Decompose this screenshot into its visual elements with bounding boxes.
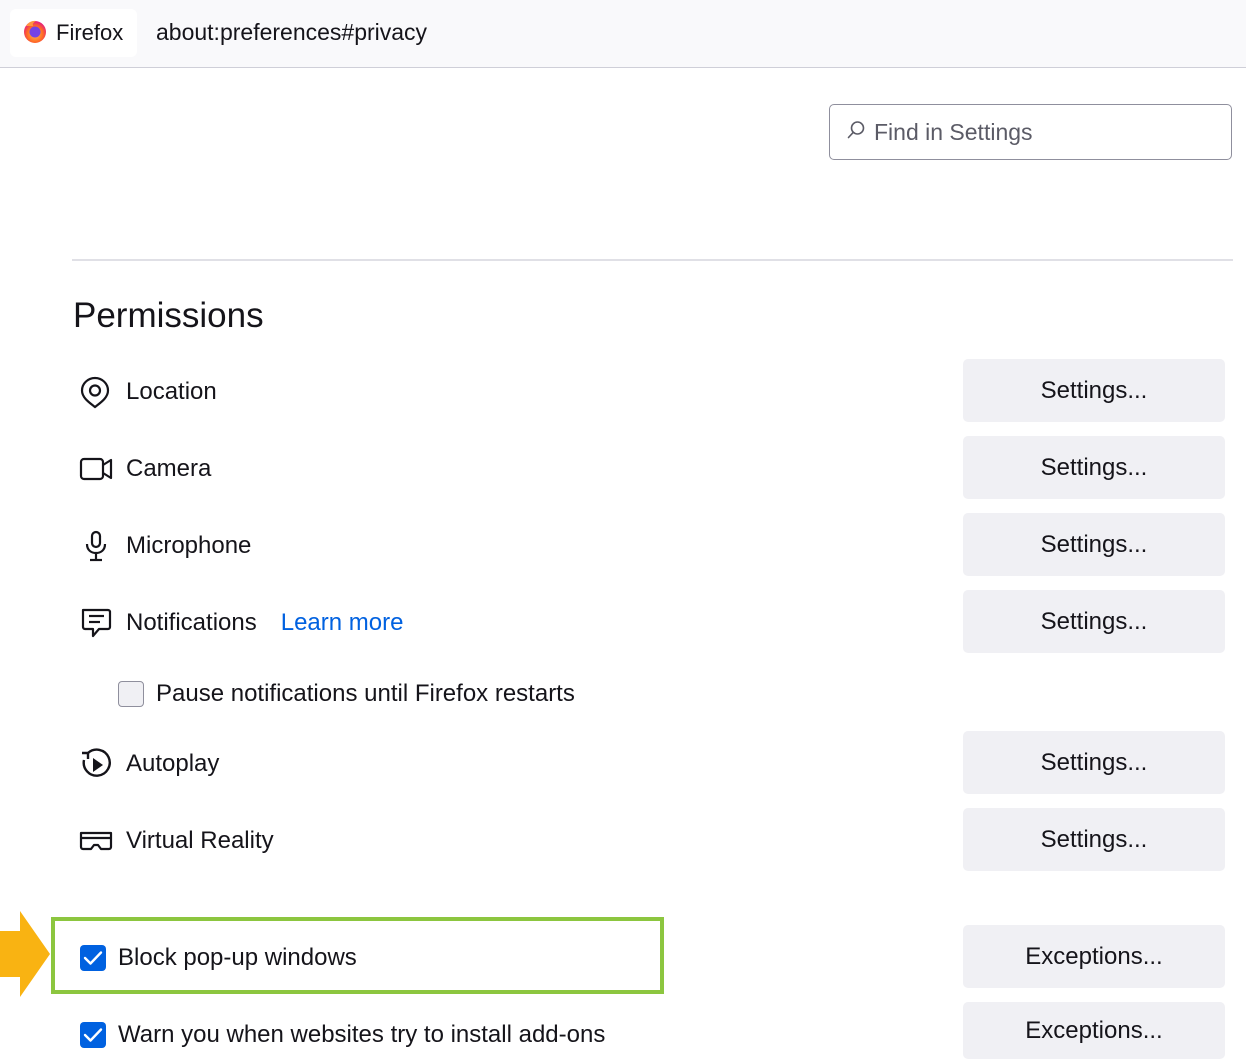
- permission-label-autoplay: Autoplay: [126, 750, 220, 777]
- permission-label-camera: Camera: [126, 455, 212, 482]
- autoplay-settings-button[interactable]: Settings...: [963, 731, 1225, 794]
- location-settings-button[interactable]: Settings...: [963, 359, 1225, 422]
- camera-icon: [78, 449, 116, 489]
- section-divider: [72, 259, 1233, 261]
- search-icon: [846, 120, 866, 145]
- warn-addons-row[interactable]: Warn you when websites try to install ad…: [80, 1019, 605, 1051]
- firefox-logo-icon: [22, 18, 48, 49]
- highlight-box: [51, 917, 664, 994]
- search-input[interactable]: [874, 118, 1214, 146]
- permissions-heading: Permissions: [73, 296, 264, 335]
- microphone-icon: [78, 526, 116, 566]
- pause-notifications-row[interactable]: Pause notifications until Firefox restar…: [118, 678, 575, 710]
- warn-addons-label: Warn you when websites try to install ad…: [118, 1021, 606, 1048]
- find-in-settings-search[interactable]: [829, 104, 1232, 160]
- warn-addons-checkbox[interactable]: [80, 1022, 106, 1048]
- permission-label-notifications: Notifications: [126, 609, 257, 636]
- permission-row-camera: Camera: [78, 449, 211, 489]
- location-pin-icon: [78, 372, 116, 412]
- url-text[interactable]: about:preferences#privacy: [156, 19, 427, 46]
- permission-row-autoplay: Autoplay: [78, 744, 219, 784]
- virtual-reality-settings-button[interactable]: Settings...: [963, 808, 1225, 871]
- identity-label: Firefox: [56, 20, 124, 45]
- pause-notifications-checkbox[interactable]: [118, 681, 144, 707]
- notifications-learn-more-link[interactable]: Learn more: [281, 609, 404, 637]
- permission-row-location: Location: [78, 372, 217, 412]
- permission-row-virtual-reality: Virtual Reality: [78, 821, 274, 861]
- permission-label-microphone: Microphone: [126, 532, 252, 559]
- permission-row-microphone: Microphone: [78, 526, 251, 566]
- warn-addons-exceptions-button[interactable]: Exceptions...: [963, 1002, 1225, 1059]
- notifications-settings-button[interactable]: Settings...: [963, 590, 1225, 653]
- checkmark-icon: [83, 1028, 103, 1042]
- identity-box[interactable]: Firefox: [10, 9, 138, 57]
- pause-notifications-label: Pause notifications until Firefox restar…: [156, 680, 575, 707]
- notification-bubble-icon: [78, 603, 116, 643]
- block-popups-exceptions-button[interactable]: Exceptions...: [963, 925, 1225, 988]
- permission-row-notifications: Notifications Learn more: [78, 603, 403, 643]
- url-bar[interactable]: Firefox about:preferences#privacy: [0, 0, 1246, 68]
- pointer-arrow-icon: [0, 911, 50, 997]
- camera-settings-button[interactable]: Settings...: [963, 436, 1225, 499]
- vr-headset-icon: [78, 821, 116, 861]
- permission-label-location: Location: [126, 378, 217, 405]
- permission-label-virtual-reality: Virtual Reality: [126, 827, 274, 854]
- microphone-settings-button[interactable]: Settings...: [963, 513, 1225, 576]
- autoplay-icon: [78, 744, 116, 784]
